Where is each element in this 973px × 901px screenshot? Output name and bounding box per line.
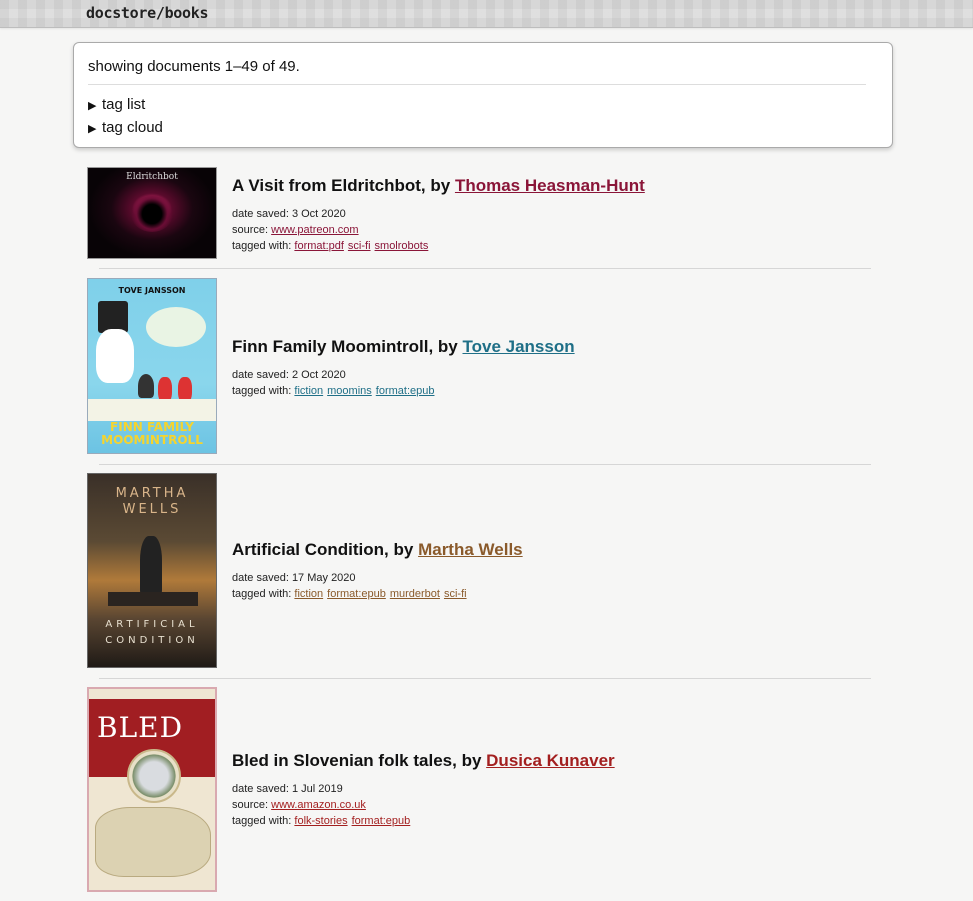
figure-illustration: [140, 536, 162, 596]
map-illustration: [95, 807, 211, 877]
tag-link[interactable]: smolrobots: [375, 240, 429, 252]
disclosure-triangle-icon: ▶: [88, 123, 97, 135]
tags: tagged with: fiction format:epub murderbot…: [232, 588, 467, 600]
moomin-illustration: [96, 329, 134, 383]
ledge-illustration: [108, 592, 198, 606]
tag-link[interactable]: format:epub: [376, 385, 435, 397]
source: source: www.patreon.com: [232, 224, 359, 236]
cover-title: FINN FAMILY MOOMINTROLL: [101, 420, 203, 447]
book-title: Finn Family Moomintroll, by Tove Jansson: [232, 337, 575, 356]
item-divider: [99, 268, 871, 269]
date-saved: date saved: 1 Jul 2019: [232, 783, 343, 795]
tag-cloud-toggle[interactable]: ▶ tag cloud: [88, 119, 163, 136]
date-saved: date saved: 2 Oct 2020: [232, 369, 346, 381]
author-link[interactable]: Tove Jansson: [462, 337, 574, 356]
date-saved: date saved: 3 Oct 2020: [232, 208, 346, 220]
church-illustration: [127, 749, 181, 803]
tag-link[interactable]: format:pdf: [294, 240, 344, 252]
author-link[interactable]: Dusica Kunaver: [486, 751, 615, 770]
list-item: BLED Bled in Slovenian folk tales, by Du…: [87, 687, 871, 892]
book-title: Bled in Slovenian folk tales, by Dusica …: [232, 751, 615, 770]
tag-link[interactable]: fiction: [294, 588, 323, 600]
tag-link[interactable]: moomins: [327, 385, 372, 397]
results-count: showing documents 1–49 of 49.: [88, 58, 300, 75]
disclosure-triangle-icon: ▶: [88, 100, 97, 112]
eye-illustration: [131, 196, 173, 232]
summary-panel: showing documents 1–49 of 49. ▶ tag list …: [73, 42, 893, 148]
list-item: Eldritchbot A Visit from Eldritchbot, by…: [87, 167, 871, 259]
tag-link[interactable]: folk-stories: [294, 815, 347, 827]
cover-title: ARTIFICIAL CONDITION: [105, 619, 199, 646]
author-link[interactable]: Thomas Heasman-Hunt: [455, 176, 645, 195]
book-cover[interactable]: TOVE JANSSON FINN FAMILY MOOMINTROLL: [87, 278, 217, 454]
tag-cloud-label: tag cloud: [102, 119, 163, 136]
source-link[interactable]: www.patreon.com: [271, 224, 358, 236]
book-cover[interactable]: MARTHA WELLS ARTIFICIAL CONDITION: [87, 473, 217, 668]
tree-illustration: [146, 307, 206, 347]
list-item: TOVE JANSSON FINN FAMILY MOOMINTROLL Fin…: [87, 278, 871, 454]
tags: tagged with: fiction moomins format:epub: [232, 385, 435, 397]
cover-title: Eldritchbot: [126, 172, 178, 182]
source: source: www.amazon.co.uk: [232, 799, 366, 811]
tag-link[interactable]: format:epub: [327, 588, 386, 600]
book-title: Artificial Condition, by Martha Wells: [232, 540, 523, 559]
list-item: MARTHA WELLS ARTIFICIAL CONDITION Artifi…: [87, 473, 871, 668]
date-saved: date saved: 17 May 2020: [232, 572, 356, 584]
site-header: docstore/books: [0, 0, 973, 28]
tags: tagged with: format:pdf sci-fi smolrobots: [232, 240, 429, 252]
item-divider: [99, 464, 871, 465]
tags: tagged with: folk-stories format:epub: [232, 815, 411, 827]
character-illustration: [138, 374, 154, 398]
summary-divider: [88, 84, 866, 85]
tag-list-toggle[interactable]: ▶ tag list: [88, 96, 145, 113]
book-cover[interactable]: BLED: [87, 687, 217, 892]
book-cover[interactable]: Eldritchbot: [87, 167, 217, 259]
book-title: A Visit from Eldritchbot, by Thomas Heas…: [232, 176, 645, 195]
item-divider: [99, 678, 871, 679]
source-link[interactable]: www.amazon.co.uk: [271, 799, 366, 811]
cover-author: MARTHA WELLS: [115, 486, 189, 517]
tag-link[interactable]: murderbot: [390, 588, 440, 600]
flowers-illustration: [88, 399, 216, 421]
tag-link[interactable]: sci-fi: [348, 240, 371, 252]
tag-list-label: tag list: [102, 96, 146, 113]
site-title[interactable]: docstore/books: [86, 4, 209, 22]
tag-link[interactable]: fiction: [294, 385, 323, 397]
tag-link[interactable]: sci-fi: [444, 588, 467, 600]
cover-author: TOVE JANSSON: [118, 286, 186, 295]
author-link[interactable]: Martha Wells: [418, 540, 523, 559]
cover-title: BLED: [97, 711, 184, 744]
tag-link[interactable]: format:epub: [352, 815, 411, 827]
